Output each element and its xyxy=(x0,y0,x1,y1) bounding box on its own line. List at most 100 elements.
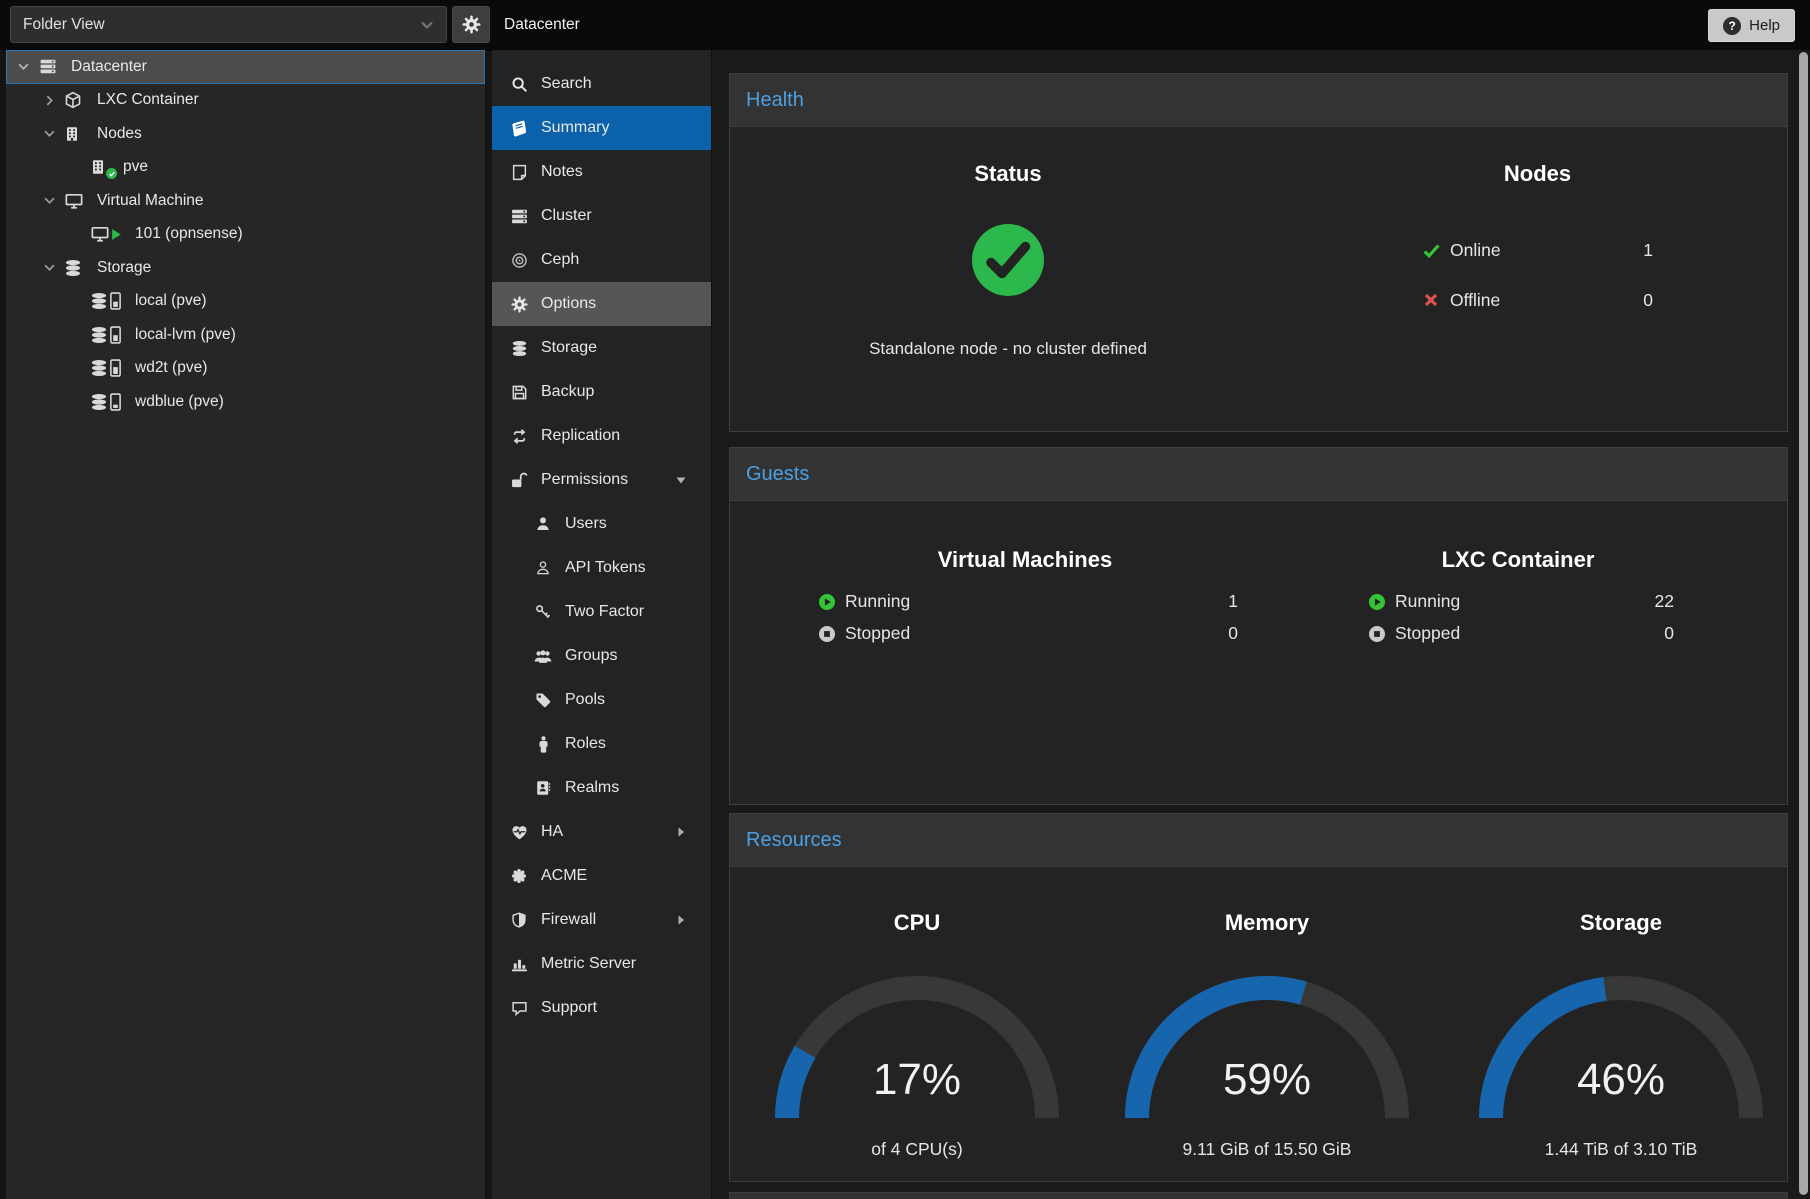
content-scrollbar[interactable] xyxy=(1797,50,1810,1199)
tree-settings-button[interactable] xyxy=(452,6,490,43)
tree-item-storage[interactable]: Storage xyxy=(6,251,485,285)
tree-item-datacenter[interactable]: Datacenter xyxy=(6,50,485,84)
menu-item-label: ACME xyxy=(541,867,587,885)
nodes-online-row: Online 1 xyxy=(1423,240,1653,261)
menu-item-label: Replication xyxy=(541,427,620,445)
menu-item-ha[interactable]: HA xyxy=(492,810,711,854)
menu-item-backup[interactable]: Backup xyxy=(492,370,711,414)
resource-tree: Datacenter LXC Container Nodes pve Virtu… xyxy=(6,50,486,1199)
menu-item-notes[interactable]: Notes xyxy=(492,150,711,194)
node-online-icon xyxy=(90,158,114,176)
lxc-running-row: Running 22 xyxy=(1368,591,1674,612)
tree-item-storage-local-lvm[interactable]: local-lvm (pve) xyxy=(6,318,485,352)
building-icon xyxy=(64,125,88,143)
storage-usage-icon xyxy=(90,292,126,310)
gear-icon xyxy=(462,15,481,34)
menu-item-replication[interactable]: Replication xyxy=(492,414,711,458)
running-label: Running xyxy=(1395,591,1460,612)
tree-item-label: Datacenter xyxy=(71,58,147,76)
menu-item-label: Options xyxy=(541,295,596,313)
storage-usage-icon xyxy=(90,393,126,411)
tree-item-label: Storage xyxy=(97,259,151,277)
bar-chart-icon xyxy=(510,955,528,973)
health-nodes-column: Nodes Online 1 Offline 0 xyxy=(1286,127,1789,433)
health-status-column: Status Standalone node - no cluster defi… xyxy=(730,127,1286,433)
menu-item-cluster[interactable]: Cluster xyxy=(492,194,711,238)
menu-item-summary[interactable]: Summary xyxy=(492,106,711,150)
lock-open-icon xyxy=(510,471,528,489)
tree-item-nodes[interactable]: Nodes xyxy=(6,117,485,151)
storage-gauge: Storage 46% 1.44 TiB of 3.10 TiB xyxy=(1451,867,1791,1183)
lxc-stopped-value: 0 xyxy=(1664,623,1674,644)
resources-panel-title: Resources xyxy=(730,814,1787,867)
cpu-gauge: CPU 17% of 4 CPU(s) xyxy=(747,867,1087,1183)
menu-item-metric-server[interactable]: Metric Server xyxy=(492,942,711,986)
nodes-offline-row: Offline 0 xyxy=(1423,290,1653,311)
chevron-right-icon xyxy=(675,826,687,838)
play-circle-icon xyxy=(818,593,836,611)
menu-item-users[interactable]: Users xyxy=(492,502,711,546)
menu-item-firewall[interactable]: Firewall xyxy=(492,898,711,942)
gear-icon xyxy=(510,295,528,313)
menu-item-options[interactable]: Options xyxy=(492,282,711,326)
caret-down-icon[interactable] xyxy=(44,128,64,139)
user-icon xyxy=(534,515,552,533)
tree-item-label: 101 (opnsense) xyxy=(135,225,243,243)
online-value: 1 xyxy=(1643,240,1653,261)
tree-item-lxc-container[interactable]: LXC Container xyxy=(6,84,485,118)
menu-item-label: Firewall xyxy=(541,911,596,929)
menu-item-storage[interactable]: Storage xyxy=(492,326,711,370)
health-panel: Health Status Standalone node - no clust… xyxy=(729,73,1788,432)
menu-item-label: Ceph xyxy=(541,251,579,269)
help-label: Help xyxy=(1749,17,1780,34)
menu-item-ceph[interactable]: Ceph xyxy=(492,238,711,282)
user-outline-icon xyxy=(534,559,552,577)
menu-item-realms[interactable]: Realms xyxy=(492,766,711,810)
heartbeat-icon xyxy=(510,823,528,841)
menu-item-label: Summary xyxy=(541,119,609,137)
stopped-label: Stopped xyxy=(845,623,910,644)
tree-item-pve[interactable]: pve xyxy=(6,151,485,185)
chevron-down-icon xyxy=(675,474,687,486)
tree-item-storage-wd2t[interactable]: wd2t (pve) xyxy=(6,352,485,386)
menu-item-permissions[interactable]: Permissions xyxy=(492,458,711,502)
menu-item-support[interactable]: Support xyxy=(492,986,711,1030)
tree-item-vm-101[interactable]: 101 (opnsense) xyxy=(6,218,485,252)
menu-item-label: Cluster xyxy=(541,207,592,225)
menu-item-groups[interactable]: Groups xyxy=(492,634,711,678)
help-button[interactable]: ? Help xyxy=(1708,9,1795,42)
question-icon: ? xyxy=(1723,17,1741,35)
online-check-badge xyxy=(106,168,117,179)
storage-usage-icon xyxy=(90,359,126,377)
view-selector-dropdown[interactable]: Folder View xyxy=(10,6,447,43)
menu-item-two-factor[interactable]: Two Factor xyxy=(492,590,711,634)
memory-gauge-title: Memory xyxy=(1097,910,1437,936)
guests-panel-title: Guests xyxy=(730,448,1787,501)
menu-item-api-tokens[interactable]: API Tokens xyxy=(492,546,711,590)
online-label: Online xyxy=(1450,240,1501,261)
play-circle-icon xyxy=(1368,593,1386,611)
users-group-icon xyxy=(534,647,552,665)
tree-item-storage-wdblue[interactable]: wdblue (pve) xyxy=(6,385,485,419)
caret-right-icon[interactable] xyxy=(44,95,64,106)
caret-down-icon[interactable] xyxy=(44,195,64,206)
floppy-icon xyxy=(510,383,528,401)
tree-item-label: wdblue (pve) xyxy=(135,393,224,411)
menu-item-roles[interactable]: Roles xyxy=(492,722,711,766)
caret-down-icon[interactable] xyxy=(44,262,64,273)
menu-item-label: Pools xyxy=(565,691,605,709)
tree-item-virtual-machine[interactable]: Virtual Machine xyxy=(6,184,485,218)
stopped-label: Stopped xyxy=(1395,623,1460,644)
vm-stopped-row: Stopped 0 xyxy=(818,623,1238,644)
tree-item-storage-local[interactable]: local (pve) xyxy=(6,285,485,319)
menu-item-pools[interactable]: Pools xyxy=(492,678,711,722)
vm-heading: Virtual Machines xyxy=(760,547,1290,573)
menu-item-acme[interactable]: ACME xyxy=(492,854,711,898)
menu-item-label: Metric Server xyxy=(541,955,636,973)
caret-down-icon[interactable] xyxy=(18,61,38,72)
scrollbar-thumb[interactable] xyxy=(1799,52,1808,1195)
running-label: Running xyxy=(845,591,910,612)
chevron-down-icon xyxy=(420,20,434,30)
offline-value: 0 xyxy=(1643,290,1653,311)
menu-item-search[interactable]: Search xyxy=(492,62,711,106)
